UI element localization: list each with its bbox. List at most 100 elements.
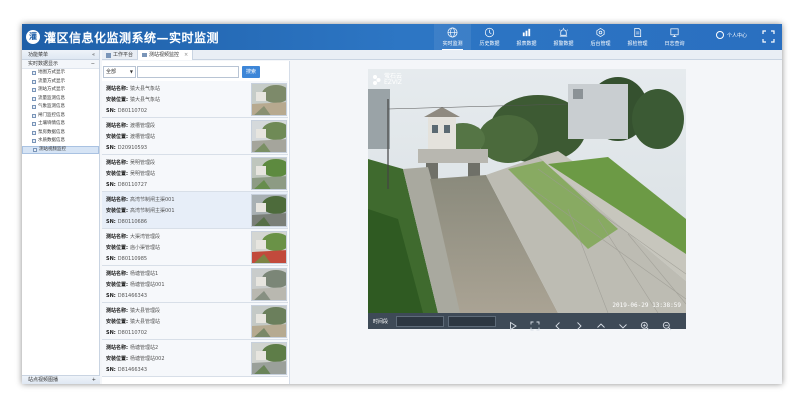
sidebar-group-realtime[interactable]: 实时数据显示 − [22,60,99,69]
field-label: SN: [106,219,116,225]
station-card[interactable]: 测站名称: 吴明管理段 安装位置: 吴明管理站 SN: D80110727 [102,155,288,192]
thumbnail-image [252,306,286,337]
pan-up-button[interactable] [596,316,606,328]
station-thumbnail[interactable] [251,83,287,116]
region-select[interactable]: 全部 ▼ [103,66,136,78]
station-list-panel: 全部 ▼ 搜索 测站名称: 猿大县气象站 安装位置: 猿大县气象站 SN: D801107… [102,61,290,384]
pan-right-button[interactable] [574,316,584,330]
tab-label: 测站视频监控 [149,52,180,58]
camera-scene-image [368,69,686,313]
search-button[interactable]: 搜索 [242,66,260,78]
sidebar-item[interactable]: 土壤墒情信息 [22,120,99,129]
tab-workbench[interactable]: 工作平台 [102,50,137,60]
field-label: 测站名称: [106,86,128,92]
search-input[interactable] [137,66,239,78]
station-name-row: 测站名称: 高湾节制闸主渠001 [106,196,175,203]
play-button[interactable] [508,316,518,331]
field-label: SN: [106,182,116,188]
station-location-row: 安装位置: 庙小渠管理站 [106,244,160,251]
nav-label: 报表数据 [516,41,537,47]
station-card[interactable]: 测站名称: 渡槽管理段 安装位置: 渡槽管理站 SN: D20910593 [102,118,288,155]
field-label: SN: [106,256,116,262]
main-nav: 实时监测 历史数据 报表数据 报警数据 后台管理 报检管理 日志查询 [434,24,693,50]
field-label: SN: [106,330,116,336]
nav-report[interactable]: 报表数据 [508,24,545,50]
station-thumbnail[interactable] [251,194,287,227]
sidebar-item[interactable]: 地图方式显示 [22,69,99,78]
station-thumbnail[interactable] [251,120,287,153]
station-location: 庙小渠管理站 [130,245,161,251]
station-card[interactable]: 测站名称: 猿大县管理段 安装位置: 猿大县管理站 SN: D80110702 [102,303,288,340]
field-label: 测站名称: [106,197,128,203]
zoom-out-button[interactable] [662,316,672,331]
page-icon [32,139,36,144]
sidebar-header: 功能菜单 « [22,50,99,60]
station-location: 渡槽管理站 [130,134,156,140]
sidebar-item[interactable]: 泵房数据信息 [22,129,99,138]
settings-icon [596,27,605,38]
station-name-row: 测站名称: 杨塘管理站1 [106,270,158,277]
sidebar-item[interactable]: 测站视频监控 [22,145,99,154]
station-sn: D81466343 [117,367,148,373]
sidebar-item[interactable]: 测站方式显示 [22,86,99,95]
station-name-row: 测站名称: 猿大县气象站 [106,85,160,92]
thumbnail-image [252,232,286,263]
station-sn: D80110985 [117,256,148,262]
tab-station-video[interactable]: 测站视频监控 × [137,50,194,60]
station-location-row: 安装位置: 渡槽管理站 [106,133,155,140]
close-tab-icon[interactable]: × [184,50,188,60]
station-thumbnail[interactable] [251,268,287,301]
station-name: 猿大县管理段 [130,308,161,314]
station-thumbnail[interactable] [251,231,287,264]
nav-log[interactable]: 日志查询 [656,24,693,50]
sidebar-item[interactable]: 闸门监控信息 [22,112,99,121]
user-center[interactable]: 个人中心 [716,31,747,39]
sidebar-group-video-playback[interactable]: 站点视频图播 + [22,375,100,384]
video-icon [142,53,148,57]
start-time-input[interactable] [396,316,444,327]
nav-realtime[interactable]: 实时监测 [434,24,471,50]
sidebar-item[interactable]: 水质数据信息 [22,137,99,146]
nav-alarm[interactable]: 报警数据 [545,24,582,50]
expand-group-icon[interactable]: + [92,376,96,384]
end-time-input[interactable] [448,316,496,327]
collapse-sidebar-icon[interactable]: « [92,50,95,60]
station-card[interactable]: 测站名称: 杨塘管理站2 安装位置: 杨塘管理站002 SN: D81466343 [102,340,288,377]
filter-bar: 全部 ▼ 搜索 [102,66,290,78]
pan-left-button[interactable] [553,316,563,330]
sidebar-item[interactable]: 气象监测信息 [22,103,99,112]
nav-admin[interactable]: 后台管理 [582,24,619,50]
fullscreen-video-button[interactable] [530,316,540,331]
globe-icon [447,27,458,38]
station-thumbnail[interactable] [251,157,287,190]
station-thumbnail[interactable] [251,305,287,338]
sidebar-item-label: 水质数据信息 [38,138,65,143]
station-card[interactable]: 测站名称: 高湾节制闸主渠001 安装位置: 高湾节制闸主渠001 SN: D801106… [102,192,288,229]
pan-down-button[interactable] [618,316,628,329]
station-location: 高湾节制闸主渠001 [130,208,175,214]
zoom-in-button[interactable] [640,316,650,331]
station-card[interactable]: 测站名称: 猿大县气象站 安装位置: 猿大县气象站 SN: D80110702 [102,81,288,118]
page-icon [32,113,36,118]
thumbnail-image [252,269,286,300]
thumbnail-image [252,84,286,115]
thumbnail-image [252,343,286,374]
field-label: 安装位置: [106,319,128,325]
video-feed[interactable]: 萤石云 EZVIZ 2019-06-29 13:38:59 [368,69,686,313]
station-card[interactable]: 测站名称: 杨塘管理站1 安装位置: 杨塘管理站001 SN: D81466343 [102,266,288,303]
station-card[interactable]: 测站名称: 大渠湾管理段 安装位置: 庙小渠管理站 SN: D80110985 [102,229,288,266]
station-thumbnail[interactable] [251,342,287,375]
user-label: 个人中心 [727,32,748,39]
collapse-group-icon[interactable]: − [91,60,95,69]
nav-history[interactable]: 历史数据 [471,24,508,50]
sidebar-item[interactable]: 流量监测信息 [22,95,99,104]
nav-inspection[interactable]: 报检管理 [619,24,656,50]
sidebar-item-label: 流量监测信息 [38,95,65,101]
station-sn: D80110727 [117,182,148,188]
fullscreen-icon[interactable] [762,30,775,43]
station-sn-row: SN: D80110702 [106,330,147,336]
station-location: 猿大县管理站 [130,319,161,325]
sidebar-item[interactable]: 流量方式显示 [22,78,99,87]
station-name: 吴明管理段 [130,160,156,166]
station-location: 杨塘管理站002 [130,356,165,362]
